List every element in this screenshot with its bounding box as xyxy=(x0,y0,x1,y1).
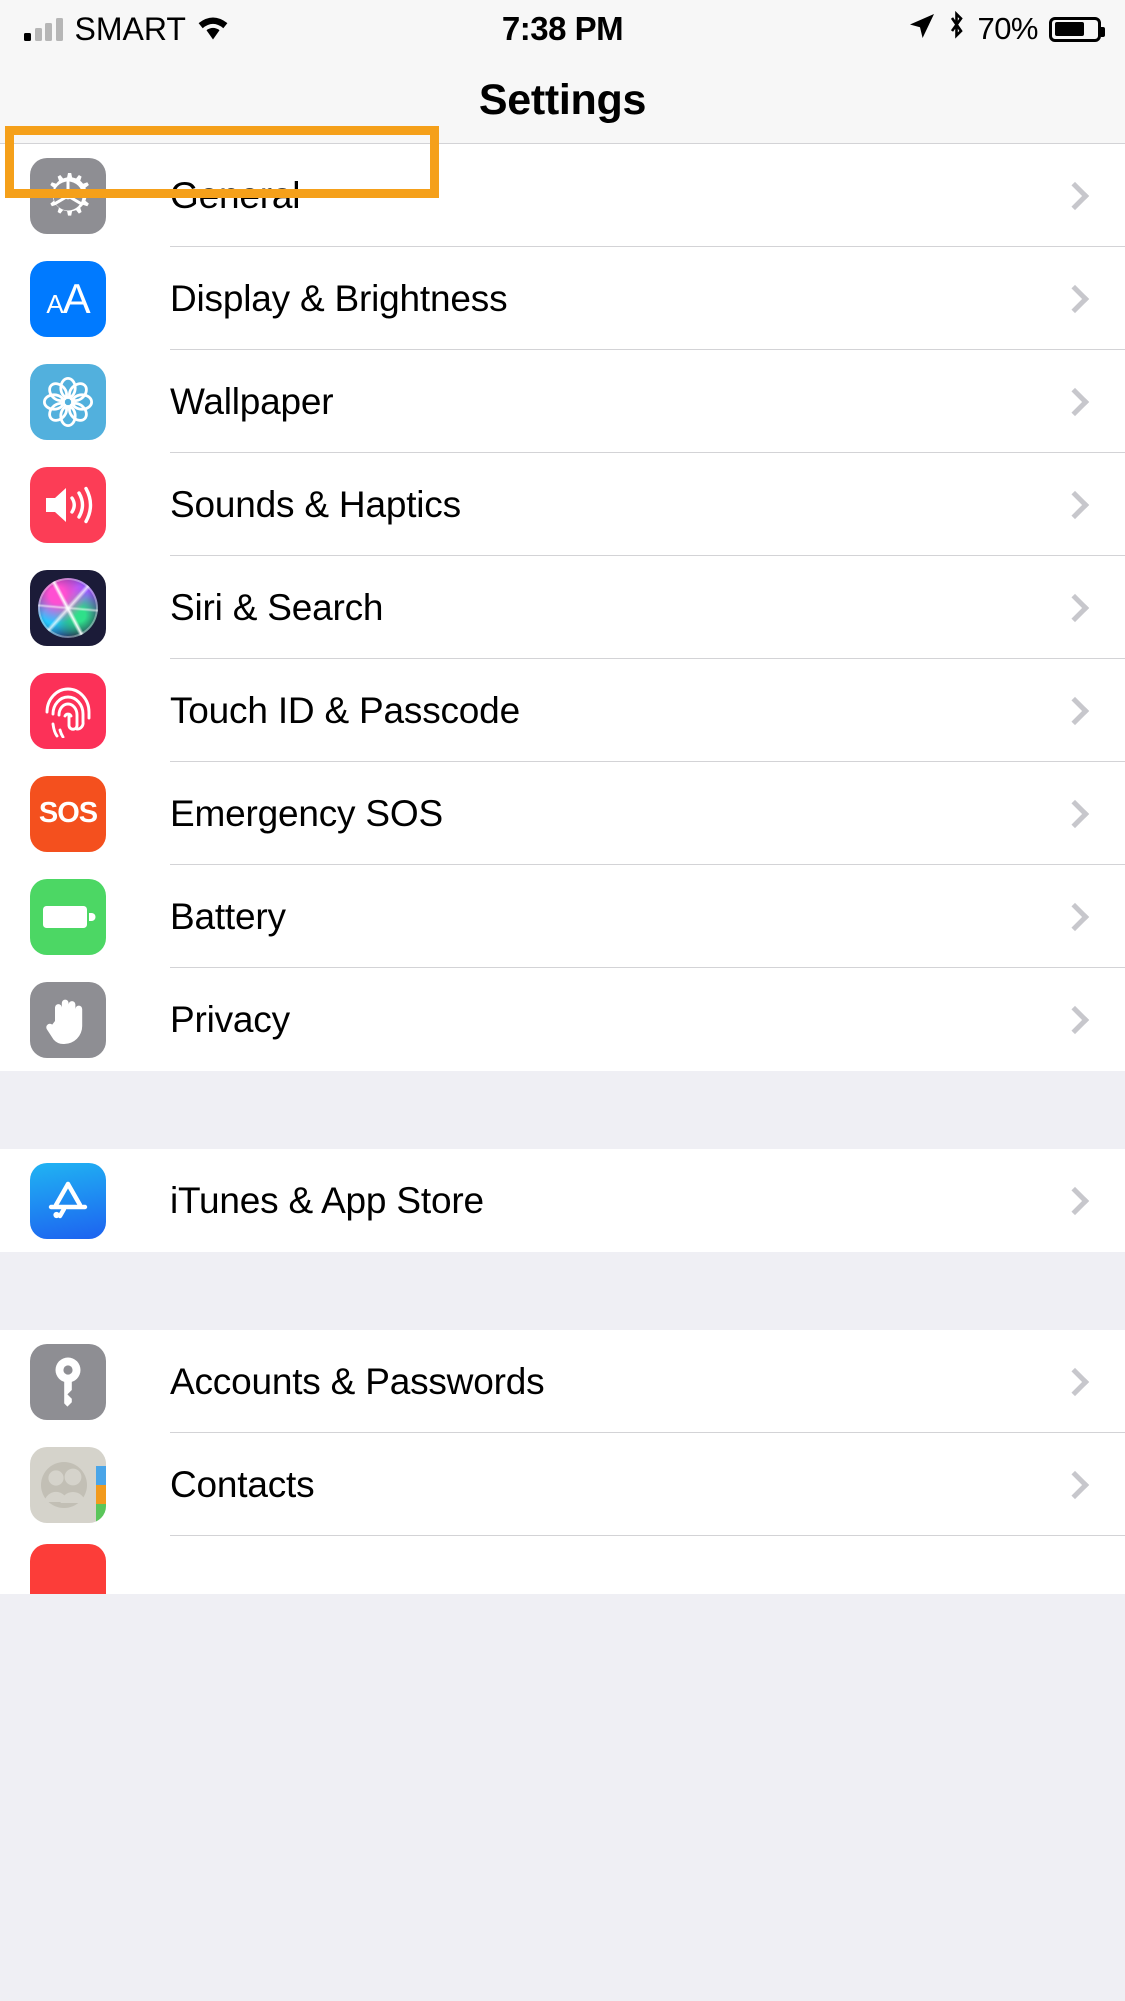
battery-icon xyxy=(30,878,106,955)
wifi-icon xyxy=(196,10,230,48)
settings-row-itunes-app-store[interactable]: iTunes & App Store xyxy=(0,1149,1125,1252)
fingerprint-icon xyxy=(30,672,106,749)
settings-row-label: Privacy xyxy=(170,998,290,1040)
group-spacer xyxy=(0,1252,1125,1330)
chevron-right-icon xyxy=(1060,1005,1090,1034)
settings-row-partial[interactable] xyxy=(0,1536,1125,1594)
settings-row-battery[interactable]: Battery xyxy=(0,865,1125,968)
app-store-icon xyxy=(30,1162,106,1239)
gear-icon xyxy=(30,157,106,234)
settings-row-privacy[interactable]: Privacy xyxy=(0,968,1125,1071)
settings-row-touch-id-passcode[interactable]: Touch ID & Passcode xyxy=(0,659,1125,762)
chevron-right-icon xyxy=(1060,902,1090,931)
settings-row-sounds-haptics[interactable]: Sounds & Haptics xyxy=(0,453,1125,556)
settings-row-label: Contacts xyxy=(170,1463,315,1505)
settings-row-label: Sounds & Haptics xyxy=(170,483,461,525)
settings-row-label: Siri & Search xyxy=(170,586,384,628)
chevron-right-icon xyxy=(1060,593,1090,622)
chevron-right-icon xyxy=(1060,1367,1090,1396)
settings-row-display-brightness[interactable]: AA Display & Brightness xyxy=(0,247,1125,350)
settings-row-accounts-passwords[interactable]: Accounts & Passwords xyxy=(0,1330,1125,1433)
group-spacer xyxy=(0,1071,1125,1149)
contacts-icon xyxy=(30,1446,106,1523)
speaker-icon xyxy=(30,466,106,543)
chevron-right-icon xyxy=(1060,490,1090,519)
sos-label: SOS xyxy=(38,797,98,829)
settings-group-2: iTunes & App Store xyxy=(0,1149,1125,1252)
settings-row-label: Wallpaper xyxy=(170,380,334,422)
settings-group-3: Accounts & Passwords Contacts xyxy=(0,1330,1125,1594)
settings-group-1: General AA Display & Brightness Wallpape… xyxy=(0,126,1125,1071)
settings-row-siri-search[interactable]: Siri & Search xyxy=(0,556,1125,659)
status-bar: SMART 7:38 PM 70% xyxy=(0,0,1125,58)
bluetooth-icon xyxy=(947,10,966,48)
settings-row-label: iTunes & App Store xyxy=(170,1179,484,1221)
settings-row-wallpaper[interactable]: Wallpaper xyxy=(0,350,1125,453)
battery-percent-label: 70% xyxy=(977,11,1038,46)
chevron-right-icon xyxy=(1060,1470,1090,1499)
chevron-right-icon xyxy=(1060,696,1090,725)
sos-icon: SOS xyxy=(30,775,106,852)
contacts-tabs xyxy=(96,1446,106,1523)
battery-icon xyxy=(1049,16,1105,42)
general-row-wrapper: General xyxy=(0,126,1125,247)
chevron-right-icon xyxy=(1060,1186,1090,1215)
settings-row-emergency-sos[interactable]: SOS Emergency SOS xyxy=(0,762,1125,865)
location-arrow-icon xyxy=(908,10,936,48)
settings-row-general[interactable]: General xyxy=(0,144,1125,247)
siri-orb-icon xyxy=(30,569,106,646)
chevron-right-icon xyxy=(1060,181,1090,210)
settings-row-label: Battery xyxy=(170,895,286,937)
calendar-icon xyxy=(30,1544,106,1594)
settings-row-label: Display & Brightness xyxy=(170,277,508,319)
settings-row-label: General xyxy=(170,174,301,216)
chevron-right-icon xyxy=(1060,284,1090,313)
signal-bars-icon xyxy=(24,17,63,41)
chevron-right-icon xyxy=(1060,799,1090,828)
settings-row-label: Accounts & Passwords xyxy=(170,1360,545,1402)
aa-text-icon: AA xyxy=(30,260,106,337)
settings-row-contacts[interactable]: Contacts xyxy=(0,1433,1125,1536)
settings-row-label: Touch ID & Passcode xyxy=(170,689,520,731)
status-bar-right: 70% xyxy=(563,10,1105,48)
status-bar-left: SMART xyxy=(24,10,563,48)
key-icon xyxy=(30,1343,106,1420)
hand-icon xyxy=(30,981,106,1058)
flower-icon xyxy=(30,363,106,440)
navigation-bar: Settings xyxy=(0,58,1125,144)
carrier-label: SMART xyxy=(74,10,186,47)
chevron-right-icon xyxy=(1060,387,1090,416)
settings-row-label: Emergency SOS xyxy=(170,792,443,834)
page-title: Settings xyxy=(478,76,647,124)
